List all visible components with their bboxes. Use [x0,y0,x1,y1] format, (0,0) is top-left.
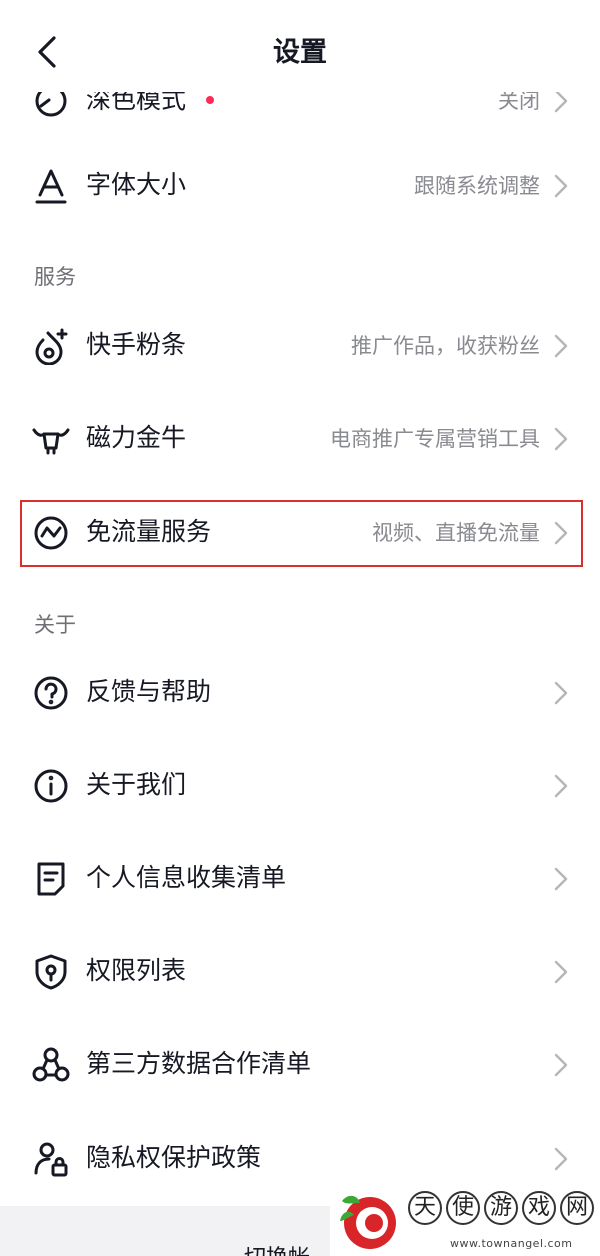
font-size-icon [32,167,70,205]
settings-item-third-party-data[interactable]: 第三方数据合作清单 [0,1018,600,1110]
chevron-right-icon [554,681,568,705]
bull-icon [32,420,70,458]
chevron-right-icon [554,1053,568,1077]
data-free-icon [32,514,70,552]
page-title: 设置 [273,37,327,68]
settings-item-value: 跟随系统调整 [414,174,540,198]
document-icon [32,860,70,898]
settings-item-personal-info-list[interactable]: 个人信息收集清单 [0,832,600,924]
watermark-char: 游 [484,1191,518,1225]
chevron-right-icon [554,960,568,984]
chevron-right-icon [554,427,568,451]
switch-account-label: 切换帐 [244,1240,310,1256]
chevron-right-icon [554,334,568,358]
question-icon [32,674,70,712]
user-lock-icon [32,1140,70,1178]
watermark-char: 天 [408,1191,442,1225]
fire-plus-icon [32,327,70,365]
share-network-icon [32,1046,70,1084]
watermark-char: 戏 [522,1191,556,1225]
watermark-text: 天 使 游 戏 网 [408,1191,594,1225]
settings-item-value: 视频、直播免流量 [372,521,540,545]
chevron-right-icon [554,774,568,798]
settings-item-permission-list[interactable]: 权限列表 [0,925,600,1017]
info-icon [32,767,70,805]
chevron-right-icon [554,174,568,198]
section-title-about: 关于 [34,613,76,637]
settings-item-label: 第三方数据合作清单 [86,1049,312,1078]
settings-item-label: 隐私权保护政策 [86,1143,262,1172]
settings-item-magnetic-bull[interactable]: 磁力金牛 电商推广专属营销工具 [0,392,600,484]
watermark-char: 使 [446,1191,480,1225]
settings-item-label: 磁力金牛 [86,423,187,452]
settings-item-label: 个人信息收集清单 [86,863,287,892]
watermark-char: 网 [560,1191,594,1225]
settings-item-font-size[interactable]: 字体大小 跟随系统调整 [0,139,600,231]
watermark-url: www.townangel.com [450,1237,573,1250]
nav-header: 设置 [0,0,600,92]
settings-item-label: 关于我们 [86,770,187,799]
settings-item-label: 反馈与帮助 [86,677,212,706]
new-dot-badge [206,96,214,104]
settings-item-fans-promotion[interactable]: 快手粉条 推广作品，收获粉丝 [0,299,600,391]
chevron-right-icon [554,1147,568,1171]
chevron-right-icon [554,867,568,891]
watermark-logo-icon [340,1195,396,1249]
settings-item-label: 字体大小 [86,170,187,199]
settings-item-feedback-help[interactable]: 反馈与帮助 [0,646,600,738]
watermark: 天 使 游 戏 网 www.townangel.com [330,1185,600,1256]
settings-item-value: 推广作品，收获粉丝 [351,334,540,358]
settings-item-data-free-service[interactable]: 免流量服务 视频、直播免流量 [0,486,600,578]
section-title-service: 服务 [34,265,76,289]
settings-item-label: 权限列表 [86,956,187,985]
settings-item-about-us[interactable]: 关于我们 [0,739,600,831]
settings-item-label: 免流量服务 [86,517,212,546]
settings-item-value: 电商推广专属营销工具 [330,427,540,451]
chevron-right-icon [554,521,568,545]
shield-icon [32,953,70,991]
settings-item-label: 快手粉条 [86,330,187,359]
